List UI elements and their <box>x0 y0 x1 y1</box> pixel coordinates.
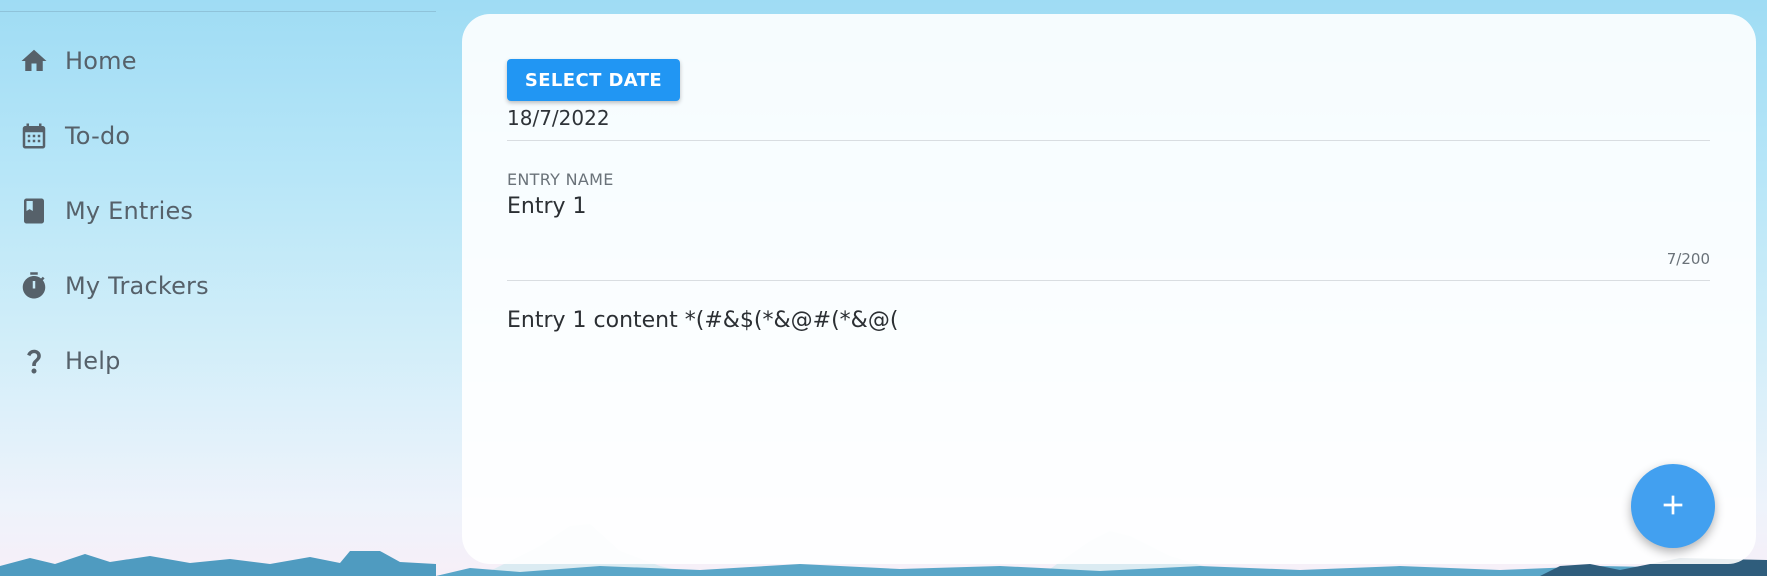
sidebar-item-todo[interactable]: To-do <box>0 106 436 166</box>
entry-content-field[interactable]: Entry 1 content *(#&$(*&@#(*&@( <box>507 308 1710 508</box>
stopwatch-icon <box>18 270 50 302</box>
entry-name-label: ENTRY NAME <box>507 170 614 189</box>
sidebar-item-label: To-do <box>65 122 131 150</box>
sidebar-item-label: My Trackers <box>65 272 209 300</box>
sidebar-item-home[interactable]: Home <box>0 31 436 91</box>
book-icon <box>18 195 50 227</box>
sidebar-item-my-entries[interactable]: My Entries <box>0 181 436 241</box>
calendar-icon <box>18 120 50 152</box>
home-icon <box>18 45 50 77</box>
sidebar: Home To-do My Entries My Trackers Help <box>0 0 436 576</box>
sidebar-item-my-trackers[interactable]: My Trackers <box>0 256 436 316</box>
sidebar-divider <box>0 11 436 12</box>
plus-icon <box>1657 489 1689 524</box>
sidebar-item-label: Help <box>65 347 121 375</box>
add-button[interactable] <box>1631 464 1715 548</box>
help-icon <box>18 345 50 377</box>
character-counter: 7/200 <box>1666 250 1710 268</box>
sidebar-item-label: Home <box>65 47 137 75</box>
entry-editor-card: SELECT DATE 18/7/2022 ENTRY NAME 7/200 E… <box>462 14 1756 564</box>
date-divider <box>507 140 1710 141</box>
selected-date: 18/7/2022 <box>507 106 610 130</box>
sidebar-item-help[interactable]: Help <box>0 331 436 391</box>
sidebar-item-label: My Entries <box>65 197 194 225</box>
select-date-button[interactable]: SELECT DATE <box>507 59 680 101</box>
entry-name-field[interactable] <box>507 194 1607 219</box>
entry-name-divider <box>507 280 1710 281</box>
